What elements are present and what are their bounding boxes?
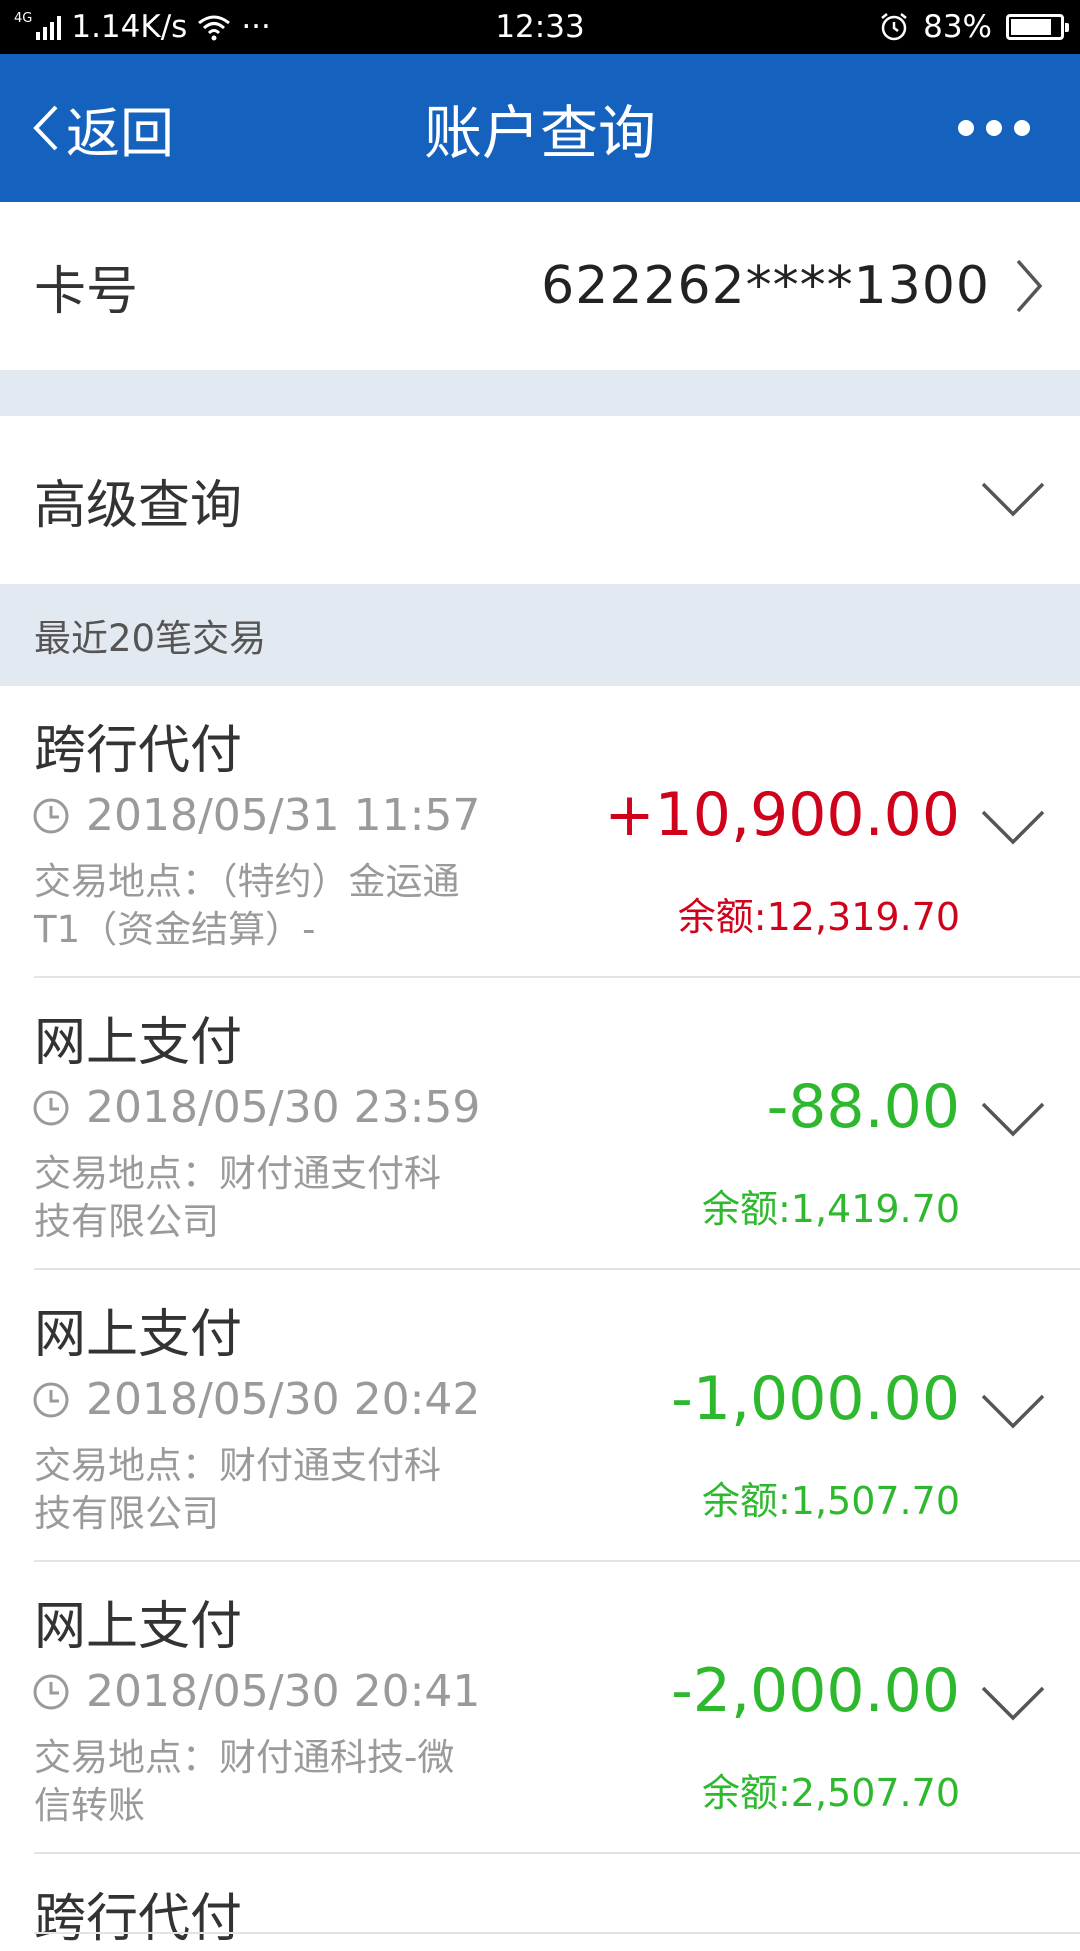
transaction-type: 跨行代付 [34, 1889, 243, 1949]
transaction-balance: 余额:1,507.70 [701, 1479, 960, 1523]
transaction-time: 2018/05/31 11:57 [32, 790, 480, 841]
transaction-time: 2018/05/30 20:41 [32, 1666, 480, 1717]
transaction-place: 交易地点：（特约）金运通T1（资金结算）- [34, 860, 460, 951]
chevron-left-icon [33, 105, 58, 151]
app-header: 返回 账户查询 [0, 54, 1080, 202]
transaction-time: 2018/05/30 20:42 [32, 1374, 480, 1425]
clock-icon [33, 1090, 69, 1125]
transaction-item[interactable]: 跨行代付 [0, 1854, 1080, 1949]
transaction-place: 交易地点：财付通科技-微信转账 [34, 1736, 455, 1827]
section-divider [0, 370, 1080, 416]
status-right: 83% [879, 0, 1069, 54]
back-button[interactable]: 返回 [28, 54, 174, 202]
clock-icon [33, 798, 69, 833]
transaction-time-text: 2018/05/30 20:42 [86, 1374, 481, 1425]
transaction-type: 网上支付 [34, 1597, 243, 1657]
transaction-balance: 余额:12,319.70 [677, 895, 960, 939]
wifi-icon [198, 15, 231, 41]
chevron-down-icon[interactable] [980, 1392, 1046, 1432]
battery-fill [1011, 19, 1051, 35]
network-type: 4G [14, 10, 33, 26]
transaction-place: 交易地点：财付通支付科技有限公司 [34, 1152, 441, 1243]
battery-percent: 83% [923, 9, 992, 45]
section-title: 最近20笔交易 [34, 617, 267, 660]
transaction-item[interactable]: 网上支付 2018/05/30 23:59 交易地点：财付通支付科技有限公司 -… [0, 978, 1080, 1270]
transaction-balance: 余额:2,507.70 [701, 1771, 960, 1815]
transaction-place: 交易地点：财付通支付科技有限公司 [34, 1444, 441, 1535]
clock-icon [33, 1674, 69, 1709]
transaction-time: 2018/05/30 23:59 [32, 1082, 480, 1133]
transaction-balance: 余额:1,419.70 [701, 1187, 960, 1231]
transaction-amount: -1,000.00 [671, 1364, 960, 1434]
status-time: 12:33 [495, 9, 585, 45]
card-number-value: 622262****1300 [541, 256, 990, 316]
card-number-label: 卡号 [34, 261, 139, 322]
transaction-type: 网上支付 [34, 1013, 243, 1073]
transaction-item[interactable]: 网上支付 2018/05/30 20:41 交易地点：财付通科技-微信转账 -2… [0, 1562, 1080, 1854]
transaction-type: 跨行代付 [34, 721, 243, 781]
chevron-down-icon [981, 482, 1045, 517]
transaction-item[interactable]: 跨行代付 2018/05/31 11:57 交易地点：（特约）金运通T1（资金结… [0, 686, 1080, 978]
chevron-down-icon[interactable] [980, 808, 1046, 848]
network-speed: 1.14K/s [71, 9, 188, 45]
transaction-time-text: 2018/05/31 11:57 [86, 790, 481, 841]
alarm-icon [881, 13, 907, 41]
transaction-amount: +10,900.00 [604, 780, 960, 850]
chevron-right-icon [1016, 259, 1043, 313]
status-left: 4G 1.14K/s ··· [14, 0, 271, 54]
transaction-type: 网上支付 [34, 1305, 243, 1365]
transaction-list: 跨行代付 2018/05/31 11:57 交易地点：（特约）金运通T1（资金结… [0, 686, 1080, 1949]
chevron-down-icon[interactable] [980, 1684, 1046, 1724]
transaction-item[interactable]: 网上支付 2018/05/30 20:42 交易地点：财付通支付科技有限公司 -… [0, 1270, 1080, 1562]
page-title: 账户查询 [423, 99, 656, 167]
advanced-query-row[interactable]: 高级查询 [0, 416, 1080, 584]
status-bar: 4G 1.14K/s ··· 12:33 83% [0, 0, 1080, 54]
transaction-time-text: 2018/05/30 20:41 [86, 1666, 481, 1717]
more-dots-icon [958, 120, 974, 136]
transaction-amount: -2,000.00 [671, 1656, 960, 1726]
chevron-down-icon[interactable] [980, 1100, 1046, 1140]
signal-icon [36, 14, 62, 40]
more-options-button[interactable] [958, 54, 1030, 202]
recent-transactions-header: 最近20笔交易 [0, 584, 1080, 686]
clock-icon [33, 1382, 69, 1417]
advanced-query-label: 高级查询 [34, 475, 243, 536]
battery-icon [1006, 14, 1069, 40]
transaction-time-text: 2018/05/30 23:59 [86, 1082, 481, 1133]
transaction-amount: -88.00 [766, 1072, 960, 1142]
status-more: ··· [241, 9, 271, 45]
card-number-row[interactable]: 卡号 622262****1300 [0, 202, 1080, 370]
back-label: 返回 [66, 101, 174, 165]
